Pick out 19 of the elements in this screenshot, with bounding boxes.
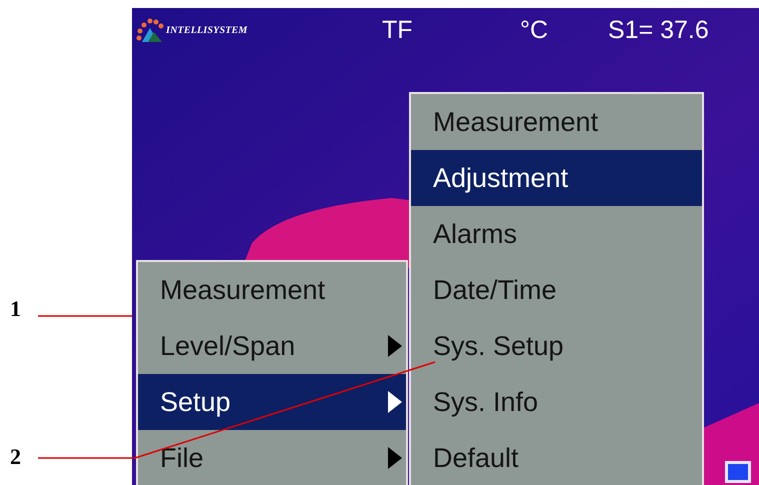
- callout-number: 2: [10, 444, 21, 470]
- menu-item[interactable]: Setup: [138, 374, 406, 430]
- menu-item[interactable]: File: [138, 430, 406, 485]
- menu-item[interactable]: Sys. Info: [411, 374, 702, 430]
- menu-item[interactable]: Sys. Setup: [411, 318, 702, 374]
- mode-label: TF: [382, 16, 414, 44]
- menu-item[interactable]: Adjustment: [411, 150, 702, 206]
- menu-item[interactable]: Measurement: [138, 262, 406, 318]
- logo-icon: [136, 16, 164, 44]
- brand-logo-text: INTELLISYSTEM: [166, 24, 248, 36]
- status-square-icon: [725, 461, 751, 483]
- menu-item[interactable]: Level/Span: [138, 318, 406, 374]
- unit-label: °C: [520, 16, 550, 44]
- menu-item[interactable]: Alarms: [411, 206, 702, 262]
- spot-reading: S1= 37.6: [608, 16, 709, 44]
- menu-item[interactable]: Date/Time: [411, 262, 702, 318]
- menu-item[interactable]: Default: [411, 430, 702, 485]
- callout-number: 1: [10, 296, 21, 322]
- menu-item[interactable]: Measurement: [411, 94, 702, 150]
